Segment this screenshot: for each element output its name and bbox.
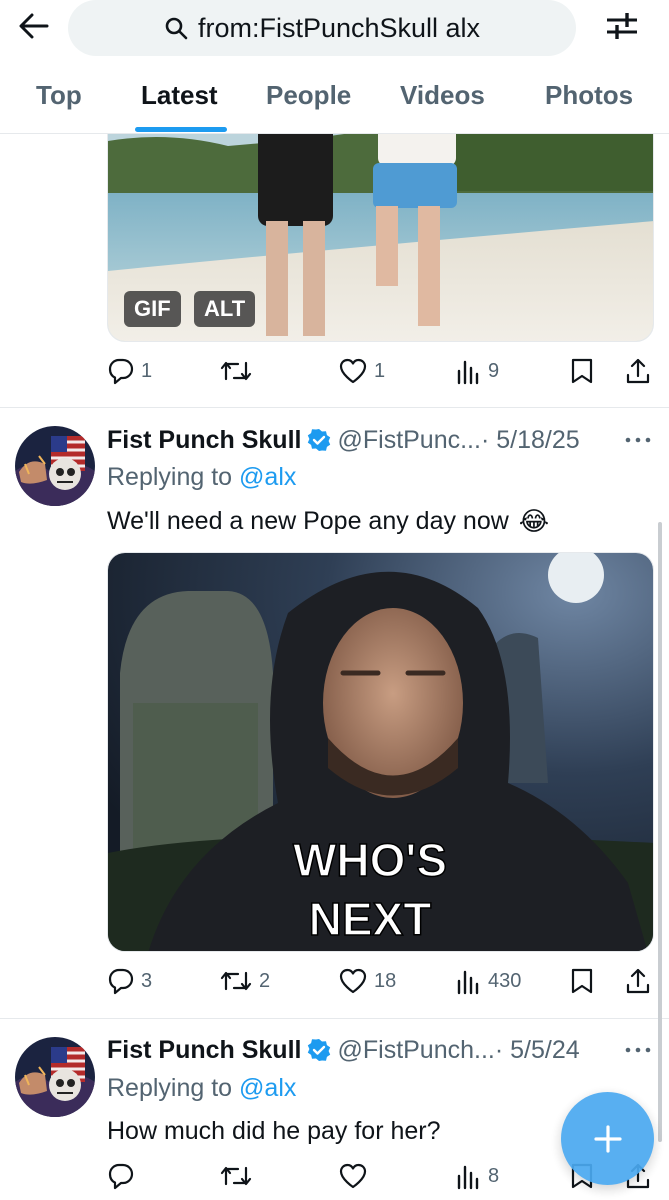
bookmark-button[interactable]: [570, 353, 594, 389]
reply-button[interactable]: [107, 1158, 141, 1194]
scrollbar[interactable]: [658, 522, 662, 1142]
more-icon: [625, 1047, 651, 1053]
views-icon: [457, 1165, 479, 1190]
tweet-date[interactable]: · 5/5/24: [495, 1036, 580, 1065]
back-button[interactable]: [14, 6, 54, 46]
reply-icon: [108, 968, 134, 995]
tweet-media-image[interactable]: WHO'S NEXT: [107, 552, 654, 952]
mention-link[interactable]: @alx: [239, 463, 296, 491]
compose-button[interactable]: [561, 1092, 654, 1185]
gif-badge: GIF: [124, 291, 181, 327]
author-handle[interactable]: @FistPunc...: [337, 426, 480, 455]
tweet-text: We'll need a new Pope any day now 😂: [107, 506, 550, 536]
author-name[interactable]: Fist Punch Skull: [107, 1036, 301, 1065]
like-button[interactable]: 18: [338, 963, 396, 999]
like-button[interactable]: 1: [338, 353, 385, 389]
reply-button[interactable]: 3: [107, 963, 152, 999]
reply-button[interactable]: 1: [107, 353, 152, 389]
views-button[interactable]: 8: [456, 1158, 499, 1194]
beach-gif-image: [108, 101, 653, 341]
tab-videos[interactable]: Videos: [400, 80, 485, 111]
tweet-header: Fist Punch Skull @FistPunc... · 5/18/25: [107, 422, 580, 458]
filter-sliders-icon: [607, 13, 637, 39]
reply-icon: [108, 1163, 134, 1190]
reply-icon: [108, 358, 134, 385]
laughing-emoji: 😂: [518, 506, 550, 536]
meme-caption-line2: NEXT: [309, 893, 432, 945]
verified-badge-icon: [307, 1038, 331, 1062]
tweet-actions: 3 2 18 430: [107, 963, 657, 999]
avatar[interactable]: [15, 1037, 95, 1117]
search-filter-button[interactable]: [600, 6, 644, 46]
more-button[interactable]: [623, 1040, 653, 1060]
tweet-divider: [0, 407, 669, 408]
retweet-button[interactable]: [219, 353, 259, 389]
tab-photos[interactable]: Photos: [545, 80, 633, 111]
retweet-icon: [220, 1166, 252, 1186]
author-name[interactable]: Fist Punch Skull: [107, 426, 301, 455]
retweet-button[interactable]: [219, 1158, 259, 1194]
search-query-text: from:FistPunchSkull alx: [197, 12, 481, 43]
tweet-text: How much did he pay for her?: [107, 1117, 441, 1145]
active-tab-indicator: [135, 127, 227, 132]
tweet-media-gif[interactable]: GIF ALT: [107, 100, 654, 342]
meme-caption-line1: WHO'S: [293, 834, 447, 886]
more-button[interactable]: [623, 430, 653, 450]
like-button[interactable]: [338, 1158, 374, 1194]
tab-people[interactable]: People: [266, 80, 351, 111]
avatar-image: [15, 1037, 95, 1117]
views-icon: [457, 970, 479, 995]
author-handle[interactable]: @FistPunch...: [337, 1036, 494, 1065]
views-icon: [457, 360, 479, 385]
bookmark-button[interactable]: [570, 963, 594, 999]
views-button[interactable]: 430: [456, 963, 521, 999]
compose-plus-icon: [593, 1124, 622, 1153]
tab-latest[interactable]: Latest: [141, 80, 218, 111]
like-icon: [339, 358, 367, 384]
replying-to-line: Replying to @alx: [107, 1074, 297, 1102]
search-icon: [164, 16, 188, 40]
tweet-header: Fist Punch Skull @FistPunch... · 5/5/24: [107, 1032, 580, 1068]
retweet-icon: [220, 361, 252, 381]
share-button[interactable]: [625, 963, 651, 999]
tweet-divider: [0, 1018, 669, 1019]
more-icon: [625, 437, 651, 443]
avatar[interactable]: [15, 426, 95, 506]
views-button[interactable]: 9: [456, 353, 499, 389]
like-icon: [339, 968, 367, 994]
bookmark-icon: [571, 358, 593, 384]
tweet-date[interactable]: · 5/18/25: [481, 426, 580, 455]
tweet-actions: 1 1 9: [107, 353, 657, 389]
back-arrow-icon: [19, 13, 49, 39]
search-input[interactable]: from:FistPunchSkull alx: [68, 0, 576, 56]
share-icon: [626, 358, 650, 384]
replying-to-line: Replying to @alx: [107, 463, 297, 491]
like-icon: [339, 1163, 367, 1189]
bookmark-icon: [571, 968, 593, 994]
avatar-image: [15, 426, 95, 506]
hooded-man-meme-image: WHO'S NEXT: [108, 553, 653, 951]
verified-badge-icon: [307, 428, 331, 452]
share-icon: [626, 968, 650, 994]
retweet-icon: [220, 971, 252, 991]
retweet-button[interactable]: 2: [219, 963, 270, 999]
alt-badge[interactable]: ALT: [194, 291, 256, 327]
search-header: from:FistPunchSkull alx Top Latest Peopl…: [0, 0, 669, 134]
share-button[interactable]: [625, 353, 651, 389]
tab-top[interactable]: Top: [36, 80, 82, 111]
mention-link[interactable]: @alx: [239, 1074, 296, 1102]
search-tabs: Top Latest People Videos Photos: [0, 74, 669, 134]
